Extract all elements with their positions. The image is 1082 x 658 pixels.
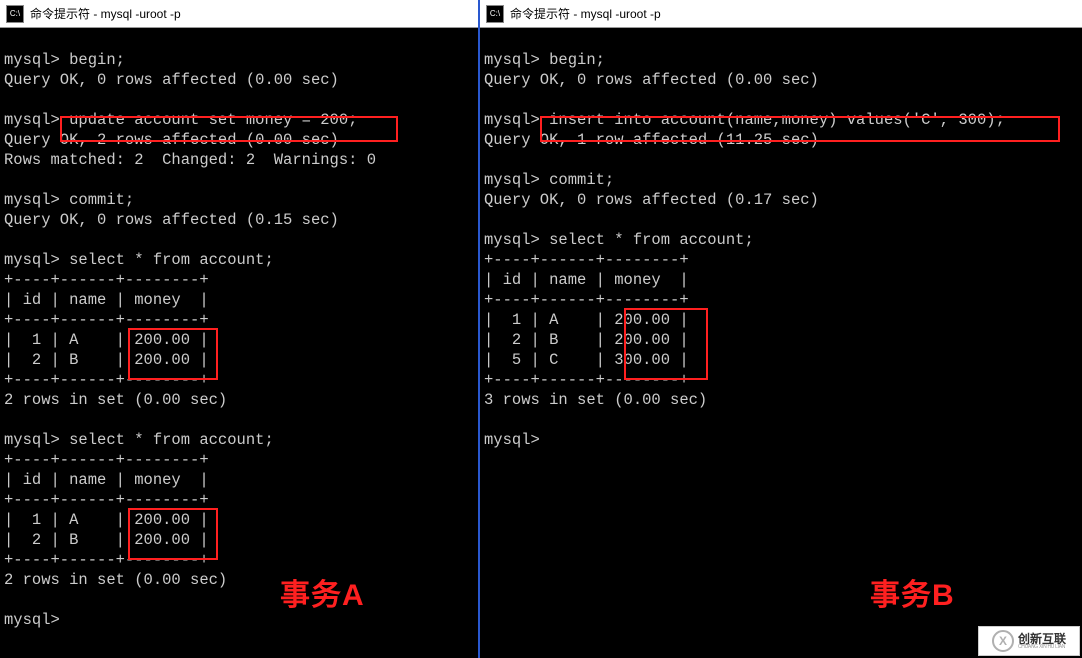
highlight-left-money-2	[128, 508, 218, 560]
watermark-main: 创新互联	[1018, 633, 1066, 645]
terminal-left-pane: C:\ 命令提示符 - mysql -uroot -p mysql> begin…	[0, 0, 480, 658]
titlebar-left: C:\ 命令提示符 - mysql -uroot -p	[0, 0, 478, 28]
highlight-right-money	[624, 308, 708, 380]
cmd-icon: C:\	[6, 5, 24, 23]
watermark-icon: X	[992, 630, 1014, 652]
highlight-left-money-1	[128, 328, 218, 380]
highlight-insert-stmt	[540, 116, 1060, 142]
transaction-a-label: 事务A	[280, 570, 365, 614]
split-container: C:\ 命令提示符 - mysql -uroot -p mysql> begin…	[0, 0, 1082, 658]
titlebar-text-right: 命令提示符 - mysql -uroot -p	[510, 5, 661, 22]
terminal-right[interactable]: mysql> begin; Query OK, 0 rows affected …	[480, 28, 1082, 452]
cmd-icon: C:\	[486, 5, 504, 23]
titlebar-text-left: 命令提示符 - mysql -uroot -p	[30, 5, 181, 22]
watermark: X 创新互联 CHUANG XIN HU LIAN	[978, 626, 1080, 656]
transaction-b-label: 事务B	[870, 570, 955, 614]
titlebar-right: C:\ 命令提示符 - mysql -uroot -p	[480, 0, 1082, 28]
terminal-right-pane: C:\ 命令提示符 - mysql -uroot -p mysql> begin…	[480, 0, 1082, 658]
highlight-update-stmt	[60, 116, 398, 142]
watermark-sub: CHUANG XIN HU LIAN	[1018, 645, 1066, 650]
